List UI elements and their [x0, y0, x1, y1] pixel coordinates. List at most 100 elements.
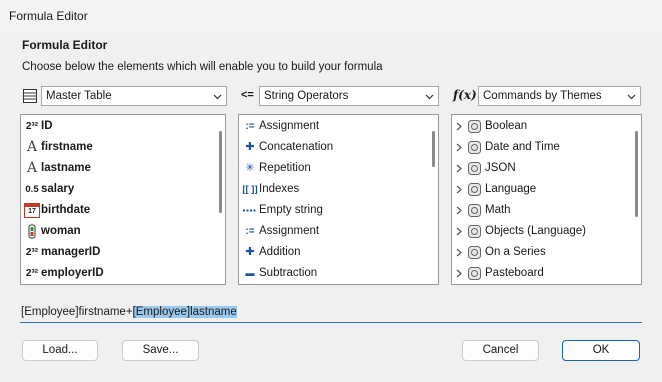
theme-icon: [468, 162, 481, 175]
list-item[interactable]: Objects (Language): [452, 221, 641, 242]
chevron-right-icon[interactable]: [455, 248, 463, 257]
plus-icon: ✚: [245, 246, 255, 258]
theme-icon: [468, 141, 481, 154]
themes-list[interactable]: Boolean Date and Time JSON Language Math…: [451, 114, 642, 285]
list-item[interactable]: Empty string: [239, 200, 438, 221]
text-icon: A: [26, 160, 38, 176]
assign-icon: :=: [245, 121, 255, 132]
theme-icon: [468, 204, 481, 217]
theme-label: Language: [485, 183, 537, 195]
cancel-button[interactable]: Cancel: [462, 340, 539, 361]
field-label: firstname: [41, 141, 93, 153]
assign-icon: :=: [245, 226, 255, 237]
dialog-heading: Formula Editor: [22, 38, 108, 52]
table-select[interactable]: Master Table: [41, 86, 227, 106]
theme-icon: [468, 120, 481, 133]
list-item[interactable]: woman: [21, 221, 225, 242]
field-label: woman: [41, 225, 81, 237]
field-label: employerID: [41, 267, 104, 279]
theme-icon: [468, 183, 481, 196]
chevron-right-icon[interactable]: [455, 206, 463, 215]
title-bar: Formula Editor: [0, 0, 662, 32]
calendar-icon: 17: [24, 203, 40, 218]
chevron-right-icon[interactable]: [455, 164, 463, 173]
formula-text: [Employee]firstname+: [21, 306, 133, 318]
operator-label: Addition: [259, 246, 301, 258]
list-item[interactable]: [[ ]] Indexes: [239, 179, 438, 200]
chevron-right-icon[interactable]: [455, 185, 463, 194]
scrollbar[interactable]: [219, 131, 222, 213]
longint-icon: 2³²: [25, 247, 39, 258]
table-select-value: Master Table: [46, 90, 112, 102]
dialog-description: Choose below the elements which will ena…: [22, 61, 383, 73]
list-item[interactable]: 17 birthdate: [21, 200, 225, 221]
text-icon: A: [26, 139, 38, 155]
chevron-right-icon[interactable]: [455, 143, 463, 152]
theme-icon: [468, 246, 481, 259]
list-item[interactable]: 0.5 salary: [21, 179, 225, 200]
fields-list[interactable]: 2³² ID A firstname A lastname 0.5 salary…: [20, 114, 226, 285]
operator-icon: <=: [241, 89, 254, 101]
chevron-down-icon: [213, 94, 222, 100]
list-item[interactable]: := Assignment: [239, 221, 438, 242]
commands-select-value: Commands by Themes: [483, 90, 602, 102]
list-item[interactable]: ✳ Repetition: [239, 158, 438, 179]
list-item[interactable]: On a Series: [452, 242, 641, 263]
theme-label: Date and Time: [485, 141, 560, 153]
scrollbar[interactable]: [432, 131, 435, 167]
window-title: Formula Editor: [9, 9, 88, 23]
theme-label: JSON: [485, 162, 516, 174]
list-item[interactable]: A lastname: [21, 158, 225, 179]
formula-selection: [Employee]lastname: [132, 306, 237, 318]
field-label: salary: [41, 183, 75, 195]
field-label: lastname: [41, 162, 91, 174]
list-item[interactable]: Boolean: [452, 116, 641, 137]
ok-button[interactable]: OK: [562, 340, 640, 361]
list-item[interactable]: 2³² employerID: [21, 263, 225, 284]
operators-list[interactable]: := Assignment ✚ Concatenation ✳ Repetiti…: [238, 114, 439, 285]
operator-label: Assignment: [259, 225, 320, 237]
operator-label: Subtraction: [259, 267, 318, 279]
empty-string-icon: [243, 209, 257, 212]
boolean-icon: [28, 224, 36, 239]
chevron-right-icon[interactable]: [455, 227, 463, 236]
fx-icon: f(x): [453, 88, 477, 102]
theme-icon: [468, 225, 481, 238]
asterisk-icon: ✳: [245, 162, 255, 174]
save-button[interactable]: Save...: [122, 340, 199, 361]
field-label: managerID: [41, 246, 101, 258]
list-item[interactable]: Language: [452, 179, 641, 200]
load-button[interactable]: Load...: [22, 340, 98, 361]
theme-label: On a Series: [485, 246, 546, 258]
longint-icon: 2³²: [25, 268, 39, 279]
list-item[interactable]: Pasteboard: [452, 263, 641, 284]
commands-select[interactable]: Commands by Themes: [478, 86, 641, 106]
theme-label: Math: [485, 204, 511, 216]
chevron-down-icon: [627, 94, 636, 100]
list-item[interactable]: ▬ Subtraction: [239, 263, 438, 284]
list-item[interactable]: Date and Time: [452, 137, 641, 158]
chevron-right-icon[interactable]: [455, 122, 463, 131]
list-item[interactable]: := Assignment: [239, 116, 438, 137]
operator-label: Repetition: [259, 162, 311, 174]
operators-select[interactable]: String Operators: [259, 86, 439, 106]
brackets-icon: [[ ]]: [242, 184, 258, 195]
operator-label: Concatenation: [259, 141, 334, 153]
field-label: ID: [41, 120, 53, 132]
chevron-right-icon[interactable]: [455, 269, 463, 278]
theme-label: Objects (Language): [485, 225, 587, 237]
real-icon: 0.5: [25, 184, 39, 195]
list-item[interactable]: ✚ Addition: [239, 242, 438, 263]
operator-label: Empty string: [259, 204, 323, 216]
scrollbar[interactable]: [635, 131, 638, 217]
field-label: birthdate: [41, 204, 91, 216]
theme-icon: [468, 267, 481, 280]
list-item[interactable]: 2³² ID: [21, 116, 225, 137]
list-item[interactable]: 2³² managerID: [21, 242, 225, 263]
list-item[interactable]: A firstname: [21, 137, 225, 158]
list-item[interactable]: Math: [452, 200, 641, 221]
list-item[interactable]: JSON: [452, 158, 641, 179]
formula-input[interactable]: [Employee]firstname+[Employee]lastname: [20, 304, 642, 323]
list-item[interactable]: ✚ Concatenation: [239, 137, 438, 158]
plus-icon: ✚: [245, 141, 255, 153]
